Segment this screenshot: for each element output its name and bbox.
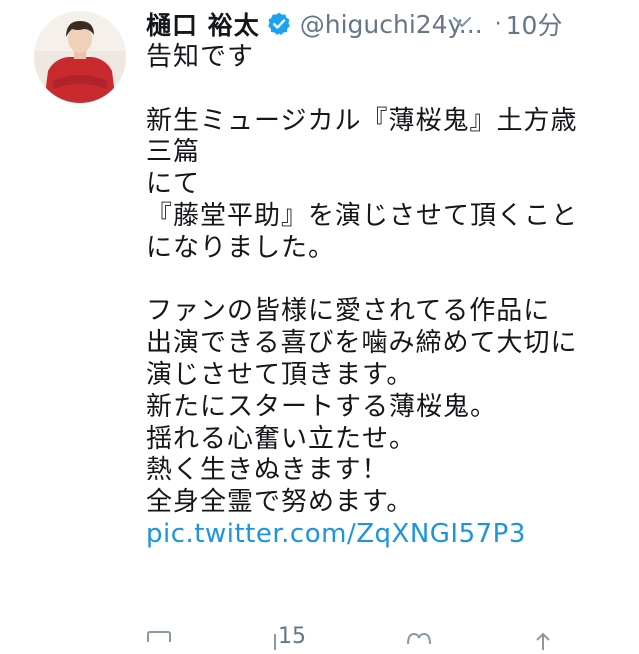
chevron-down-icon[interactable] <box>448 8 476 36</box>
tweet-line: 三篇 <box>146 137 201 168</box>
avatar[interactable] <box>34 11 126 103</box>
tweet-header: 樋口 裕太 @higuchi24y... · 10分 <box>146 4 626 44</box>
media-link[interactable]: pic.twitter.com/ZqXNGI57P3 <box>146 519 526 549</box>
tweet-line: にて <box>146 169 201 200</box>
tweet-line: 『藤堂平助』を演じさせて頂くこと <box>146 200 579 231</box>
tweet-line: ファンの皆様に愛されてる作品に <box>146 296 551 327</box>
tweet-line: 新たにスタートする薄桜鬼。 <box>146 391 498 422</box>
verified-badge-icon <box>266 11 292 37</box>
reply-count: 15 <box>278 624 306 649</box>
tweet-line: 熱く生きぬきます！ <box>146 455 389 486</box>
tweet-actions: 15 <box>146 624 626 650</box>
retweet-icon[interactable] <box>272 630 278 650</box>
tweet-text: 告知です 新生ミュージカル『薄桜鬼』土方歳 三篇 にて 『藤堂平助』を演じさせて… <box>146 42 626 551</box>
tweet-line: 全身全霊で努めます。 <box>146 487 414 518</box>
tweet-line: 演じさせて頂きます。 <box>146 359 414 390</box>
share-icon[interactable] <box>532 630 554 650</box>
display-name[interactable]: 樋口 裕太 <box>146 6 260 42</box>
tweet-line: になりました。 <box>146 232 336 263</box>
separator-dot: · <box>494 11 502 37</box>
tweet: 樋口 裕太 @higuchi24y... · 10分 告知です 新生ミュージカル… <box>0 0 639 650</box>
tweet-line: 出演できる喜びを噛み締めて大切に <box>146 328 578 359</box>
heart-icon[interactable] <box>404 630 434 650</box>
tweet-line: 新生ミュージカル『薄桜鬼』土方歳 <box>146 105 578 136</box>
timestamp[interactable]: 10分 <box>506 6 563 42</box>
tweet-link-line: pic.twitter.com/ZqXNGI57P3 <box>146 519 626 551</box>
tweet-line: 揺れる心奮い立たせ。 <box>146 423 417 454</box>
tweet-line: 告知です <box>146 42 255 72</box>
reply-icon[interactable] <box>146 630 172 650</box>
